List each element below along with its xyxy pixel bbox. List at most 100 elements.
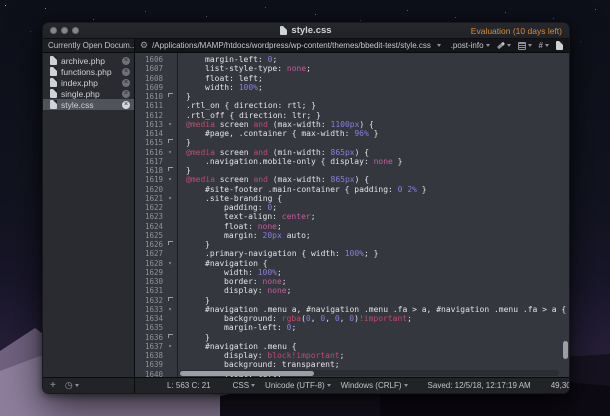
sidebar-footer: + ◷ [43, 378, 135, 393]
file-close-button[interactable]: × [122, 90, 130, 98]
vertical-scroll-thumb[interactable] [563, 341, 568, 359]
chevron-down-icon [404, 384, 408, 387]
fold-marker[interactable]: ▾ [163, 148, 177, 157]
markers-menu-button[interactable] [518, 42, 532, 50]
file-icon [50, 89, 57, 98]
code-line: 1638display: block!important; [135, 351, 569, 360]
sidebar-file[interactable]: style.css × [43, 99, 134, 110]
open-documents-sidebar: archive.php×functions.php×index.php×sing… [43, 53, 135, 377]
minimize-window-button[interactable] [61, 27, 68, 34]
line-number: 1630 [135, 277, 163, 286]
code-text: } [177, 138, 569, 147]
fold-marker[interactable]: ▾ [163, 259, 177, 268]
language-menu[interactable]: CSS [233, 381, 255, 390]
file-close-button[interactable]: × [122, 68, 130, 76]
file-close-button[interactable]: × [122, 101, 130, 109]
fold-marker[interactable] [163, 166, 177, 175]
sidebar-file[interactable]: functions.php× [43, 66, 134, 77]
chevron-down-icon [251, 384, 255, 387]
code-line: 1635margin-left: 0; [135, 323, 569, 332]
code-text: @media screen and (max-width: 1100px) { [177, 120, 569, 129]
file-list: archive.php×functions.php×index.php×sing… [43, 55, 134, 110]
add-document-button[interactable]: + [50, 381, 56, 391]
line-number: 1607 [135, 64, 163, 73]
file-path-text: /Applications/MAMP/htdocs/wordpress/wp-c… [152, 41, 431, 50]
function-popup[interactable]: .post-info [451, 41, 490, 50]
code-editor[interactable]: 1606margin-left: 0;1607list-style-type: … [135, 53, 569, 377]
code-line: 1625margin: 20px auto; [135, 231, 569, 240]
fold-marker[interactable] [163, 138, 177, 147]
code-text: background: rgba(0, 0, 0, 0)!important; [177, 314, 569, 323]
code-line: 1608float: left; [135, 74, 569, 83]
code-line: 1622padding: 0; [135, 203, 569, 212]
code-text: .rtl_on { direction: rtl; } [177, 101, 569, 110]
file-name: style.css [61, 100, 118, 110]
document-options-button[interactable] [556, 41, 563, 50]
file-icon [50, 67, 57, 76]
line-number: 1624 [135, 222, 163, 231]
language-label: CSS [233, 381, 249, 390]
code-text: border: none; [177, 277, 569, 286]
fold-marker[interactable]: ▾ [163, 175, 177, 184]
line-endings-menu[interactable]: Windows (CRLF) [341, 381, 408, 390]
line-number: 1639 [135, 360, 163, 369]
vertical-scrollbar[interactable] [560, 53, 569, 377]
gutter-divider [177, 53, 178, 377]
sidebar-file[interactable]: index.php × [43, 77, 134, 88]
code-text: width: 100%; [177, 268, 569, 277]
code-text: } [177, 296, 569, 305]
code-line: 1613▾@media screen and (max-width: 1100p… [135, 120, 569, 129]
code-text: } [177, 333, 569, 342]
close-window-button[interactable] [50, 27, 57, 34]
code-text: @media screen and (max-width: 865px) { [177, 175, 569, 184]
file-close-button[interactable]: × [122, 79, 130, 87]
code-line: 1609width: 100%; [135, 83, 569, 92]
line-number: 1627 [135, 249, 163, 258]
code-line: 1626} [135, 240, 569, 249]
sidebar-header: Currently Open Docum... [43, 39, 135, 52]
gear-icon[interactable]: ⚙ [140, 41, 148, 50]
pencil-icon [497, 42, 505, 49]
code-line: 1619▾@media screen and (max-width: 865px… [135, 175, 569, 184]
line-number: 1628 [135, 259, 163, 268]
code-text: float: left; [177, 74, 569, 83]
file-close-button[interactable]: × [122, 57, 130, 65]
code-text: text-align: center; [177, 212, 569, 221]
code-line: 1617.navigation.mobile-only { display: n… [135, 157, 569, 166]
file-name: index.php [61, 78, 118, 88]
line-number: 1633 [135, 305, 163, 314]
code-line: 1630 border: none; [135, 277, 569, 286]
fold-marker[interactable]: ▾ [163, 120, 177, 129]
path-bar: Currently Open Docum... ⚙ /Applications/… [43, 39, 569, 53]
encoding-menu[interactable]: Unicode (UTF-8) [265, 381, 331, 390]
fold-marker[interactable]: ▾ [163, 342, 177, 351]
sidebar-file[interactable]: archive.php× [43, 55, 134, 66]
code-text: #site-footer .main-container { padding: … [177, 185, 569, 194]
line-number: 1614 [135, 129, 163, 138]
bbedit-window: style.css Evaluation (10 days left) Curr… [42, 22, 570, 394]
line-endings-label: Windows (CRLF) [341, 381, 402, 390]
fold-marker[interactable] [163, 92, 177, 101]
fold-marker[interactable] [163, 240, 177, 249]
code-line: 1614 #page, .container { max-width: 96% } [135, 129, 569, 138]
fold-marker[interactable]: ▾ [163, 305, 177, 314]
fold-marker[interactable] [163, 333, 177, 342]
code-text: list-style-type: none; [177, 64, 569, 73]
fold-marker[interactable] [163, 296, 177, 305]
recent-documents-button[interactable]: ◷ [65, 381, 79, 390]
line-number: 1640 [135, 370, 163, 378]
file-path-dropdown[interactable]: ⚙ /Applications/MAMP/htdocs/wordpress/wp… [135, 39, 445, 52]
code-text: #page, .container { max-width: 96% } [177, 129, 569, 138]
code-text: margin-left: 0; [177, 55, 569, 64]
chevron-down-icon [545, 44, 549, 47]
sidebar-file[interactable]: single.php× [43, 88, 134, 99]
zoom-window-button[interactable] [72, 27, 79, 34]
fold-marker[interactable]: ▾ [163, 194, 177, 203]
pencil-menu-button[interactable] [497, 44, 511, 47]
horizontal-scroll-thumb[interactable] [180, 371, 314, 376]
hash-icon: # [539, 41, 543, 50]
horizontal-scrollbar[interactable] [179, 370, 559, 376]
line-number: 1616 [135, 148, 163, 157]
window-title-text: style.css [291, 25, 331, 36]
symbols-menu-button[interactable]: # [539, 41, 549, 50]
